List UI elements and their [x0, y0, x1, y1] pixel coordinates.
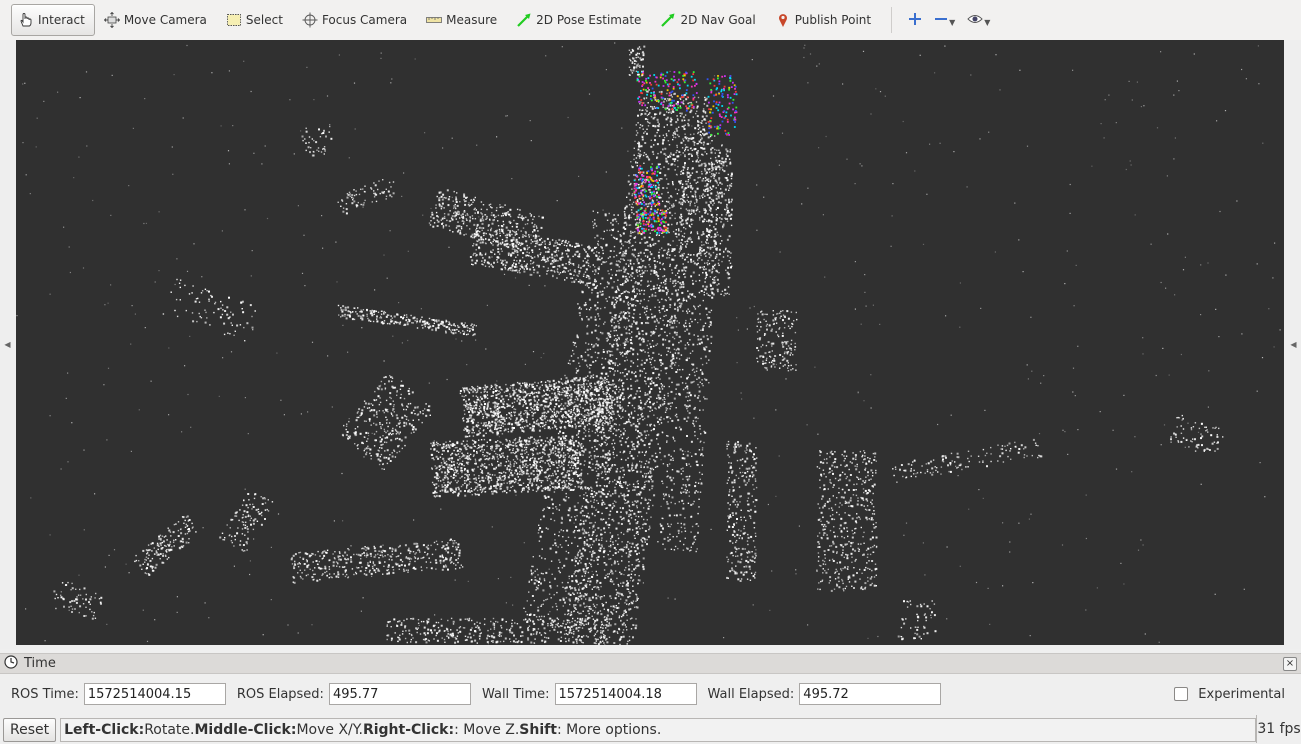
- select-box-icon: [224, 12, 244, 28]
- tool-focus-camera-label: Focus Camera: [321, 13, 408, 27]
- ros-elapsed-label: ROS Elapsed:: [236, 686, 324, 702]
- tool-focus-camera[interactable]: Focus Camera: [295, 4, 417, 36]
- experimental-checkbox[interactable]: [1174, 687, 1189, 701]
- ruler-icon: [424, 12, 444, 28]
- tool-move-camera-label: Move Camera: [123, 13, 207, 27]
- hint-part: Left-Click:: [64, 721, 145, 738]
- green-arrow-icon: [514, 12, 534, 28]
- tool-select-label: Select: [245, 13, 283, 27]
- move-camera-icon: [102, 12, 122, 28]
- time-panel-header: Time ×: [0, 653, 1301, 674]
- point-cloud: [16, 42, 1281, 645]
- plus-icon: [908, 12, 922, 29]
- left-dock-handle[interactable]: ◀: [0, 40, 15, 649]
- close-icon: ×: [1285, 658, 1295, 669]
- toolbar-separator: [891, 7, 893, 33]
- wall-elapsed-label: Wall Elapsed:: [707, 686, 795, 702]
- hint-part: Move X/Y.: [296, 721, 363, 738]
- add-tool-button[interactable]: [902, 5, 928, 35]
- status-bar: Reset Left-Click: Rotate. Middle-Click: …: [0, 715, 1301, 744]
- tool-interact-label: Interact: [38, 13, 85, 27]
- eye-icon: [967, 13, 983, 28]
- tool-move-camera[interactable]: Move Camera: [97, 4, 217, 36]
- map-pin-icon: [773, 12, 793, 28]
- hint-part: Middle-Click:: [194, 721, 297, 738]
- close-panel-button[interactable]: ×: [1283, 657, 1297, 671]
- 3d-viewport[interactable]: [16, 40, 1284, 645]
- hint-part: Rotate.: [144, 721, 195, 738]
- tool-2d-pose-estimate-label: 2D Pose Estimate: [536, 13, 642, 27]
- ros-time-label: ROS Time:: [11, 686, 79, 702]
- chevron-left-icon: ◀: [4, 340, 11, 349]
- chevron-down-icon: ▼: [984, 17, 991, 27]
- crosshair-icon: [300, 12, 320, 28]
- ros-time-field[interactable]: [83, 683, 226, 705]
- time-panel: ROS Time: ROS Elapsed: Wall Time: Wall E…: [0, 676, 1301, 712]
- tool-2d-nav-goal-label: 2D Nav Goal: [680, 13, 756, 27]
- tool-2d-pose-estimate[interactable]: 2D Pose Estimate: [509, 4, 651, 36]
- chevron-down-icon: ▼: [949, 17, 956, 27]
- tool-select[interactable]: Select: [219, 4, 293, 36]
- clock-icon: [4, 655, 18, 672]
- wall-elapsed-field[interactable]: [799, 683, 942, 705]
- tool-visibility-button[interactable]: ▼: [961, 5, 996, 35]
- hand-pointer-icon: [16, 12, 36, 28]
- minus-icon: [934, 12, 948, 29]
- experimental-toggle[interactable]: Experimental: [1174, 687, 1285, 702]
- remove-tool-button[interactable]: ▼: [928, 5, 961, 35]
- tool-measure[interactable]: Measure: [419, 4, 507, 36]
- chevron-left-icon: ◀: [1290, 340, 1297, 349]
- time-panel-title: Time: [24, 656, 56, 671]
- render-panel: ◀ ◀: [0, 40, 1301, 649]
- mouse-hint-text: Left-Click: Rotate. Middle-Click: Move X…: [60, 717, 1257, 742]
- green-arrow-icon: [658, 12, 678, 28]
- wall-time-label: Wall Time:: [481, 686, 550, 702]
- hint-part: Shift: [519, 721, 557, 738]
- tool-publish-point[interactable]: Publish Point: [768, 4, 881, 36]
- toolbar: Interact Move Camera Select Focus Camera…: [0, 0, 1301, 40]
- fps-counter: 31 fps: [1256, 715, 1301, 743]
- ros-elapsed-field[interactable]: [328, 683, 471, 705]
- hint-part: Right-Click:: [362, 721, 455, 738]
- tool-measure-label: Measure: [446, 13, 498, 27]
- hint-part: : More options.: [556, 721, 662, 738]
- right-dock-handle[interactable]: ◀: [1286, 40, 1301, 649]
- tool-interact[interactable]: Interact: [11, 4, 95, 36]
- wall-time-field[interactable]: [554, 683, 697, 705]
- tool-2d-nav-goal[interactable]: 2D Nav Goal: [653, 4, 765, 36]
- tool-publish-point-label: Publish Point: [794, 13, 872, 27]
- hint-part: : Move Z.: [454, 721, 520, 738]
- reset-button[interactable]: Reset: [3, 717, 57, 742]
- experimental-label: Experimental: [1198, 686, 1285, 702]
